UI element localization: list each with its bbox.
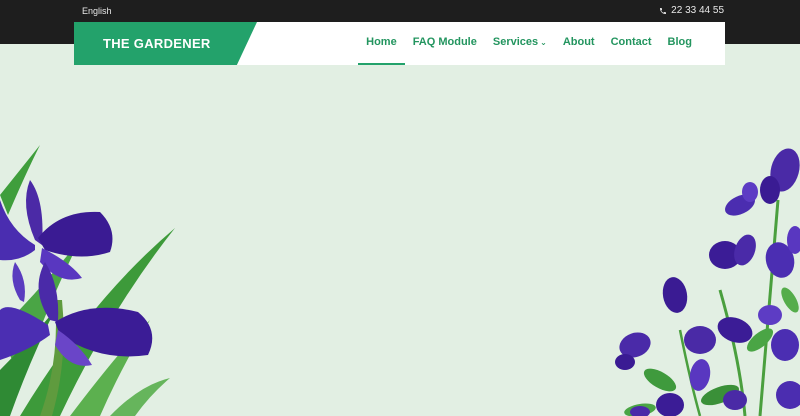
lupine-flowers-illustration: [615, 148, 800, 416]
nav-contact[interactable]: Contact: [603, 22, 660, 65]
nav-home[interactable]: Home: [358, 22, 405, 65]
nav-services-label: Services: [492, 36, 539, 48]
phone-contact[interactable]: 22 33 44 55: [659, 5, 724, 16]
nav-blog[interactable]: Blog: [660, 22, 700, 65]
nav-about[interactable]: About: [555, 22, 603, 65]
phone-number: 22 33 44 55: [671, 5, 724, 16]
main-navbar: THE GARDENER Home FAQ Module Services ⌄ A…: [74, 22, 725, 65]
nav-services[interactable]: Services ⌄: [485, 22, 555, 65]
language-selector[interactable]: English: [82, 6, 112, 16]
chevron-down-icon: ⌄: [540, 38, 547, 47]
iris-flowers-illustration: [0, 145, 175, 416]
site-logo[interactable]: THE GARDENER: [103, 36, 211, 51]
phone-icon: [660, 7, 667, 14]
nav-faq-module[interactable]: FAQ Module: [405, 22, 485, 65]
main-menu: Home FAQ Module Services ⌄ About Contact …: [358, 22, 700, 65]
